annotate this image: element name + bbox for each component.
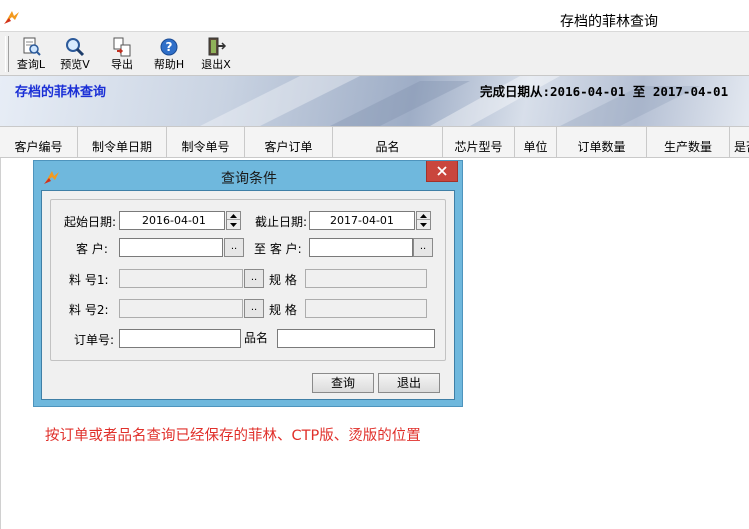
help-button[interactable]: ? 帮助H: [147, 34, 191, 74]
toolbar: 查询L 预览V 导出 ? 帮助H 退出X: [0, 32, 749, 76]
preview-button[interactable]: 预览V: [53, 34, 97, 74]
end-date-value: 2017-04-01: [330, 214, 394, 227]
help-button-label: 帮助H: [153, 58, 185, 71]
triangle-up-icon: [230, 214, 237, 218]
start-date-spinner[interactable]: [226, 211, 241, 230]
spin-up[interactable]: [417, 212, 430, 220]
export-icon: [113, 37, 131, 57]
end-date-label: 截止日期:: [255, 215, 308, 229]
triangle-down-icon: [420, 223, 427, 227]
column-header[interactable]: 客户编号: [0, 127, 78, 159]
spec1-label: 规 格: [269, 273, 297, 287]
dialog-close-button[interactable]: [426, 161, 458, 182]
dialog-client-area: 起始日期: 2016-04-01 截止日期: 2017-04-01 客 户: .…: [41, 190, 455, 400]
query-button-label: 查询L: [16, 58, 46, 71]
spec2-input: [305, 299, 427, 318]
customer-to-browse-button[interactable]: ..: [413, 238, 433, 257]
preview-button-label: 预览V: [60, 58, 90, 71]
dialog-title: 查询条件: [221, 171, 277, 187]
to-customer-label: 至 客 户:: [254, 242, 302, 256]
export-button-label: 导出: [111, 58, 133, 71]
header-banner: 存档的菲林查询 完成日期从:2016-04-01 至 2017-04-01: [0, 76, 749, 126]
close-icon: [437, 166, 447, 176]
criteria-group: 起始日期: 2016-04-01 截止日期: 2017-04-01 客 户: .…: [50, 199, 446, 361]
column-header[interactable]: 订单数量: [557, 127, 647, 159]
start-date-value: 2016-04-01: [142, 214, 206, 227]
column-header[interactable]: 是否: [730, 127, 749, 159]
grid-header: 客户编号 制令单日期 制令单号 客户订单 品名 芯片型号 单位 订单数量 生产数…: [0, 126, 749, 159]
triangle-down-icon: [230, 223, 237, 227]
customer-from-browse-button[interactable]: ..: [224, 238, 244, 257]
column-header[interactable]: 制令单日期: [78, 127, 167, 159]
spin-down[interactable]: [227, 221, 240, 229]
customer-from-input[interactable]: [119, 238, 223, 257]
query-icon: [23, 37, 41, 56]
export-button[interactable]: 导出: [100, 34, 144, 74]
end-date-input[interactable]: 2017-04-01: [309, 211, 415, 230]
column-header[interactable]: 制令单号: [167, 127, 245, 159]
customer-label: 客 户:: [76, 242, 108, 256]
item1-input: [119, 269, 243, 288]
column-header[interactable]: 生产数量: [647, 127, 730, 159]
order-no-input[interactable]: [119, 329, 241, 348]
item2-browse-button[interactable]: ..: [244, 299, 264, 318]
help-icon: ?: [160, 38, 178, 56]
dialog-exit-button[interactable]: 退出: [378, 373, 440, 393]
product-name-label: 品名: [244, 331, 269, 345]
app-logo-icon: [4, 11, 19, 24]
spin-up[interactable]: [227, 212, 240, 220]
column-header[interactable]: 单位: [515, 127, 557, 159]
start-date-label: 起始日期:: [64, 215, 117, 229]
start-date-input[interactable]: 2016-04-01: [119, 211, 225, 230]
title-bar: 存档的菲林查询: [0, 0, 749, 32]
item1-label: 料 号1:: [69, 273, 109, 287]
exit-button[interactable]: 退出X: [194, 34, 238, 74]
window-title: 存档的菲林查询: [560, 14, 658, 30]
column-header[interactable]: 芯片型号: [443, 127, 515, 159]
item2-input: [119, 299, 243, 318]
exit-button-label: 退出X: [201, 58, 231, 71]
customer-to-input[interactable]: [309, 238, 413, 257]
date-range-text: 完成日期从:2016-04-01 至 2017-04-01: [480, 84, 729, 99]
column-header[interactable]: 客户订单: [245, 127, 333, 159]
magnifier-icon: [66, 38, 85, 57]
query-button[interactable]: 查询L: [9, 34, 53, 74]
banner-title: 存档的菲林查询: [15, 85, 107, 100]
order-no-label: 订单号:: [74, 333, 115, 347]
item1-browse-button[interactable]: ..: [244, 269, 264, 288]
item2-label: 料 号2:: [69, 303, 109, 317]
dialog-query-button[interactable]: 查询: [312, 373, 374, 393]
end-date-spinner[interactable]: [416, 211, 431, 230]
query-dialog: 查询条件 起始日期: 2016-04-01 截止日期: 2017-04-01 客…: [33, 160, 463, 407]
spec1-input: [305, 269, 427, 288]
spec2-label: 规 格: [269, 303, 297, 317]
spin-down[interactable]: [417, 221, 430, 229]
annotation-note: 按订单或者品名查询已经保存的菲林、CTP版、烫版的位置: [45, 428, 421, 444]
exit-icon: [208, 37, 227, 56]
product-name-input[interactable]: [277, 329, 435, 348]
triangle-up-icon: [420, 214, 427, 218]
svg-text:?: ?: [166, 40, 173, 54]
column-header[interactable]: 品名: [333, 127, 443, 159]
